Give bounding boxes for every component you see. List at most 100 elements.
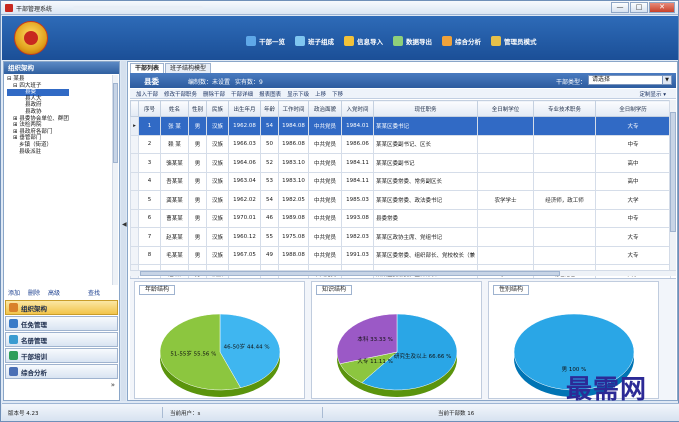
tree-scroll-thumb[interactable] bbox=[113, 83, 118, 163]
tab-team-model[interactable]: 班子结构模型 bbox=[165, 63, 212, 73]
table-row[interactable]: 3 骆某某男汉族 1964.06 52 1983.10 中共党员 1984.11 某某区委副书… bbox=[130, 153, 671, 173]
nav-button-3[interactable]: 干部培训 bbox=[5, 348, 118, 363]
table-row[interactable]: 4 吾某某男汉族 1963.04 53 1983.10 中共党员 1984.11 某某区委常委… bbox=[130, 171, 671, 191]
main-content: 干部列表 班子结构模型 县委 编制数：未设置 实有数：9 干部类型： 请选择 ▼… bbox=[127, 61, 678, 401]
column-header[interactable]: 性别 bbox=[188, 100, 207, 117]
tree-node[interactable]: ⊞ 法检两院 bbox=[7, 122, 69, 129]
pie-chart-svg: 46-50岁 44.44 % 51-55岁 55.56 % bbox=[159, 313, 281, 397]
nav-button-4[interactable]: 综合分析 bbox=[5, 364, 118, 379]
tree-node[interactable]: 乡镇（街道） bbox=[7, 142, 69, 149]
table-row[interactable]: 8 毛某某男汉族 1967.05 49 1988.08 中共党员 1991.03 某某区委常委… bbox=[130, 245, 671, 265]
action-button-5[interactable]: 显示下级 bbox=[287, 90, 309, 98]
nav-button-2[interactable]: 名册管理 bbox=[5, 332, 118, 347]
tree-action-2[interactable]: 高级 bbox=[48, 288, 60, 297]
action-button-7[interactable]: 下移 bbox=[332, 90, 343, 98]
table-hscrollbar[interactable] bbox=[130, 270, 676, 276]
toolbar-button-5[interactable]: 管理员模式 bbox=[491, 36, 537, 46]
table-row[interactable]: ▸ 1 张 某男汉族 1962.08 54 1984.08 中共党员 1984.01 某某区委书… bbox=[130, 116, 671, 136]
table-row[interactable]: 2赖 某男汉族 1966.03 50 1986.08 中共党员 1986.06 某某区委副书… bbox=[130, 134, 671, 154]
tree-action-0[interactable]: 添加 bbox=[8, 288, 20, 297]
column-header[interactable]: 姓名 bbox=[160, 100, 189, 117]
table-cell: 中共党员 bbox=[308, 116, 342, 136]
table-cell: 大学 bbox=[595, 190, 671, 210]
action-button-6[interactable]: 上移 bbox=[315, 90, 326, 98]
chevron-down-icon[interactable]: ▼ bbox=[662, 76, 671, 84]
tree-node[interactable]: ⊞ 垂管部门 bbox=[7, 135, 69, 142]
tree-action-3[interactable]: 查找 bbox=[88, 288, 100, 297]
collapse-arrow-icon[interactable]: ◀ bbox=[122, 221, 127, 228]
table-cell: 男 bbox=[188, 245, 207, 265]
nav-button-1[interactable]: 任免管理 bbox=[5, 316, 118, 331]
column-header[interactable]: 现任职务 bbox=[373, 100, 478, 117]
table-row[interactable]: 7 赵某某男汉族 1960.12 55 1975.08 中共党员 1982.03 某某区政协主… bbox=[130, 227, 671, 247]
analysis-icon bbox=[9, 367, 18, 376]
app-icon bbox=[5, 4, 13, 12]
table-cell: 男 bbox=[188, 190, 207, 210]
tree-node[interactable]: 县政协 bbox=[7, 109, 69, 116]
action-button-1[interactable]: 修改干部职务 bbox=[164, 90, 197, 98]
toolbar-button-1[interactable]: 班子组成 bbox=[295, 36, 334, 46]
column-header[interactable]: 全日制学位 bbox=[477, 100, 534, 117]
table-cell bbox=[533, 227, 596, 247]
table-cell: 54 bbox=[260, 190, 279, 210]
column-header[interactable]: 工作时间 bbox=[278, 100, 309, 117]
toolbar-button-0[interactable]: 干部一览 bbox=[246, 36, 285, 46]
action-button-4[interactable]: 报表图表 bbox=[259, 90, 281, 98]
toolbar-button-2[interactable]: 信息导入 bbox=[344, 36, 383, 46]
table-cell: 某某区委常委、政法委书记 bbox=[373, 190, 478, 210]
row-marker bbox=[130, 153, 139, 173]
tab-cadre-list[interactable]: 干部列表 bbox=[130, 63, 165, 73]
tree-node[interactable]: 县级派驻 bbox=[7, 149, 69, 156]
column-header[interactable]: 政治面貌 bbox=[308, 100, 342, 117]
tree-node[interactable]: 县政府 bbox=[7, 102, 69, 109]
tree-scrollbar[interactable] bbox=[112, 75, 118, 285]
cadre-type-select[interactable]: 请选择 ▼ bbox=[588, 75, 672, 85]
tree-node[interactable]: 县委 bbox=[7, 89, 69, 96]
column-header[interactable]: 年龄 bbox=[260, 100, 279, 117]
table-hscroll-thumb[interactable] bbox=[140, 271, 560, 276]
row-marker bbox=[130, 208, 139, 228]
table-cell: 中共党员 bbox=[308, 171, 342, 191]
toolbar-button-4[interactable]: 综合分析 bbox=[442, 36, 481, 46]
column-header[interactable]: 出生年月 bbox=[228, 100, 261, 117]
table-cell bbox=[477, 171, 534, 191]
column-header[interactable]: 民族 bbox=[206, 100, 229, 117]
nav-button-0[interactable]: 组织架构 bbox=[5, 300, 118, 315]
table-cell: 1963.04 bbox=[228, 171, 261, 191]
tree-action-1[interactable]: 删除 bbox=[28, 288, 40, 297]
current-user-text: 当前用户：s bbox=[170, 411, 201, 417]
status-divider bbox=[322, 407, 323, 418]
toolbar-button-3[interactable]: 数据导出 bbox=[393, 36, 432, 46]
column-header[interactable]: 专业技术职务 bbox=[533, 100, 596, 117]
row-marker bbox=[130, 227, 139, 247]
org-panel: 组织架构 ⊟ 某县 ⊟ 四大班子 县委 县人大 县政府 县政协 ⊞ 县委协会单位、群团 ⊞ 法… bbox=[3, 61, 120, 401]
tree-node[interactable]: ⊟ 四大班子 bbox=[7, 83, 69, 90]
column-header[interactable]: 全日制学历 bbox=[595, 100, 671, 117]
table-cell: 1962.08 bbox=[228, 116, 261, 136]
nav-expand-button[interactable]: » bbox=[111, 381, 115, 389]
panel-splitter[interactable]: ◀ bbox=[121, 61, 127, 401]
table-cell: 1982.05 bbox=[278, 190, 309, 210]
custom-display-button[interactable]: 定制显示 ▾ bbox=[639, 90, 666, 98]
table-cell bbox=[477, 245, 534, 265]
action-button-2[interactable]: 删除干部 bbox=[203, 90, 225, 98]
table-vscroll-thumb[interactable] bbox=[670, 112, 676, 232]
tree-node[interactable]: ⊟ 某县 bbox=[7, 76, 69, 83]
action-button-0[interactable]: 加入干部 bbox=[136, 90, 158, 98]
column-header[interactable]: 入党时间 bbox=[341, 100, 374, 117]
table-row[interactable]: 6 曹某某男汉族 1970.01 46 1989.08 中共党员 1993.08 县委常委 中专 bbox=[130, 208, 671, 228]
column-header[interactable]: 序号 bbox=[138, 100, 161, 117]
site-watermark: 最需网 bbox=[566, 375, 648, 405]
minimize-button[interactable]: — bbox=[611, 2, 629, 13]
table-row[interactable]: 5 龚某某男汉族 1962.02 54 1982.05 中共党员 1985.03 某某区委常委… bbox=[130, 190, 671, 210]
maximize-button[interactable]: □ bbox=[630, 2, 648, 13]
pie-data-label: 51-55岁 55.56 % bbox=[170, 349, 216, 357]
org-tree: ⊟ 某县 ⊟ 四大班子 县委 县人大 县政府 县政协 ⊞ 县委协会单位、群团 ⊞ 法检两院 ⊞ … bbox=[7, 76, 69, 155]
action-button-3[interactable]: 干部详细 bbox=[231, 90, 253, 98]
table-cell: 1962.02 bbox=[228, 190, 261, 210]
table-cell: 1988.08 bbox=[278, 245, 309, 265]
main-toolbar: 干部一览 班子组成 信息导入 数据导出 综合分析 管理员模式 bbox=[246, 36, 537, 46]
table-vscrollbar[interactable] bbox=[669, 100, 676, 270]
title-bar: 干部管理系统 — □ ✕ bbox=[1, 1, 678, 15]
close-button[interactable]: ✕ bbox=[649, 2, 675, 13]
